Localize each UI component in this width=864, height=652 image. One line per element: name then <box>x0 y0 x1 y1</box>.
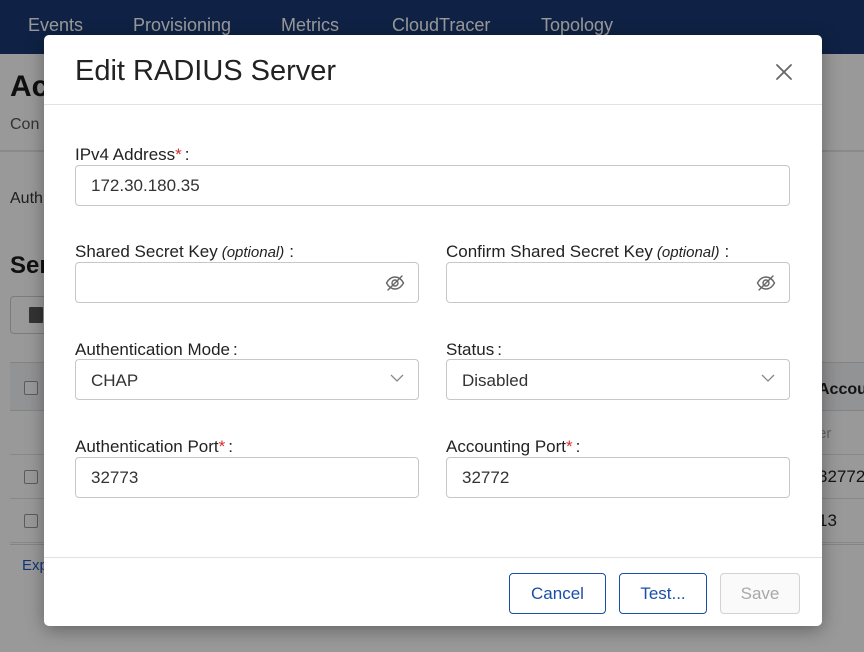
optional-tag: (optional) <box>221 244 285 261</box>
confirm-secret-label: Confirm Shared Secret Key (optional): <box>446 242 729 262</box>
dialog-footer: Cancel Test... Save <box>44 557 822 626</box>
save-button[interactable]: Save <box>720 573 800 614</box>
close-icon <box>776 64 792 80</box>
required-mark: * <box>175 145 182 164</box>
toggle-visibility-button[interactable] <box>385 274 405 292</box>
acct-port-label-text: Accounting Port <box>446 437 567 456</box>
required-mark: * <box>218 437 226 456</box>
test-button[interactable]: Test... <box>619 573 707 614</box>
auth-mode-select[interactable]: CHAP <box>75 359 419 400</box>
cancel-button[interactable]: Cancel <box>509 573 606 614</box>
dialog-title: Edit RADIUS Server <box>75 55 337 87</box>
ipv4-label-text: IPv4 Address <box>75 145 176 164</box>
close-button[interactable] <box>772 60 796 84</box>
dialog-header: Edit RADIUS Server <box>44 35 822 105</box>
label-colon: : <box>497 340 502 359</box>
eye-slash-icon <box>756 275 776 291</box>
status-value: Disabled <box>462 371 529 390</box>
eye-slash-icon <box>385 275 405 291</box>
auth-mode-label-text: Authentication Mode <box>75 340 230 359</box>
ipv4-label: IPv4 Address*: <box>75 145 190 165</box>
auth-port-label: Authentication Port*: <box>75 437 233 457</box>
acct-port-label: Accounting Port*: <box>446 437 580 457</box>
shared-secret-input[interactable] <box>75 262 419 303</box>
acct-port-input[interactable] <box>446 457 790 498</box>
status-label-text: Status <box>446 340 495 359</box>
auth-port-label-text: Authentication Port <box>75 437 219 456</box>
label-colon: : <box>724 242 730 261</box>
chevron-down-icon <box>390 374 404 382</box>
toggle-visibility-button[interactable] <box>756 274 776 292</box>
auth-mode-label: Authentication Mode: <box>75 340 238 360</box>
confirm-secret-label-text: Confirm Shared Secret Key <box>446 242 653 261</box>
shared-secret-label: Shared Secret Key (optional): <box>75 242 294 262</box>
label-colon: : <box>575 437 581 456</box>
chevron-down-icon <box>761 374 775 382</box>
auth-mode-value: CHAP <box>91 371 139 390</box>
ipv4-input[interactable] <box>75 165 790 206</box>
optional-tag: (optional) <box>656 244 720 261</box>
label-colon: : <box>184 145 190 164</box>
required-mark: * <box>566 437 573 456</box>
label-colon: : <box>289 242 294 261</box>
label-colon: : <box>228 437 234 456</box>
label-colon: : <box>233 340 238 359</box>
shared-secret-label-text: Shared Secret Key <box>75 242 218 261</box>
status-select[interactable]: Disabled <box>446 359 790 400</box>
confirm-secret-input[interactable] <box>446 262 790 303</box>
auth-port-input[interactable] <box>75 457 419 498</box>
status-label: Status: <box>446 340 502 360</box>
edit-radius-dialog: Edit RADIUS Server IPv4 Address*: Shared… <box>44 35 822 626</box>
